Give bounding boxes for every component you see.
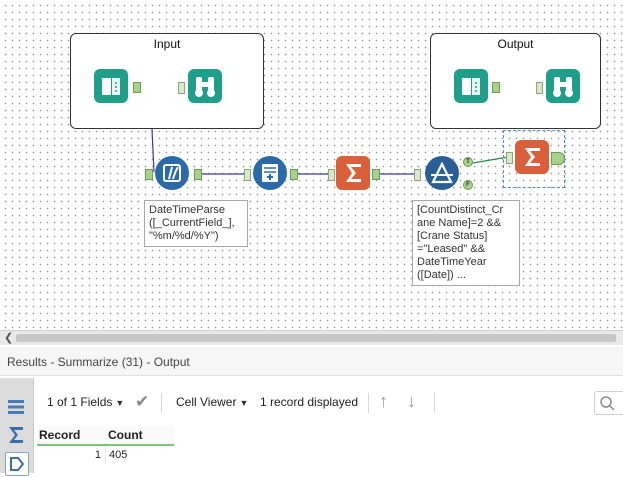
browse-icon [195, 77, 215, 97]
results-panel-header: Results - Summarize (31) - Output [0, 347, 623, 376]
results-panel-title: Results - Summarize (31) - Output [7, 355, 190, 369]
filter-tool[interactable] [425, 156, 459, 190]
results-sidebar [0, 378, 34, 476]
datetime-input-anchor[interactable] [145, 169, 153, 180]
record-id-tool[interactable] [253, 156, 287, 190]
scroll-up-button[interactable]: ↑ [379, 391, 388, 412]
fields-label: 1 of 1 Fields [47, 395, 113, 409]
datetime-annotation: DateTimeParse ([_CurrentField_], "%m/%d/… [144, 200, 248, 247]
input-data-icon [462, 78, 480, 95]
sigma-icon [9, 427, 23, 443]
input-data-2-output-anchor[interactable] [492, 82, 500, 93]
filter-false-anchor[interactable]: F [463, 180, 473, 190]
summarize-tool-2[interactable] [515, 140, 549, 174]
browse-input-anchor[interactable] [178, 82, 185, 94]
column-header-record[interactable]: Record [37, 426, 107, 446]
summarize-input-anchor[interactable] [328, 169, 335, 181]
input-container-title: Input [153, 37, 181, 51]
output-view-button[interactable] [5, 452, 29, 476]
filter-true-anchor[interactable]: T [463, 157, 473, 167]
summarize-tool[interactable] [336, 156, 370, 190]
apply-check-button[interactable]: ✔ [135, 392, 149, 412]
summarize-output-anchor[interactable] [372, 169, 380, 180]
toolbar-divider [161, 393, 162, 413]
canvas-horizontal-scrollbar[interactable]: ❮ [0, 330, 623, 345]
record-id-icon [262, 164, 278, 182]
check-icon: ✔ [135, 392, 150, 411]
datetime-tool[interactable] [155, 156, 189, 190]
summarize-2-output-anchor[interactable] [551, 152, 565, 165]
chevron-down-icon: ▼ [239, 398, 249, 408]
summarize-icon [346, 164, 361, 182]
records-displayed: 1 record displayed [260, 395, 359, 409]
cell-viewer-label: Cell Viewer [176, 395, 237, 409]
search-input[interactable] [594, 391, 623, 415]
scroll-down-button[interactable]: ↓ [407, 391, 416, 412]
results-toolbar: 1 of 1 Fields ▼ ✔ Cell Viewer ▼ 1 record d… [34, 383, 623, 421]
browse-tool-2[interactable] [546, 69, 580, 103]
summarize-icon [525, 148, 540, 166]
datetime-icon [163, 164, 181, 182]
output-container-title: Output [497, 37, 534, 51]
toolbar-divider [368, 393, 369, 413]
input-data-output-anchor[interactable] [133, 82, 141, 93]
cell-viewer-selector[interactable]: Cell Viewer ▼ [176, 395, 248, 409]
browse-icon [553, 77, 573, 97]
summarize-view-button[interactable] [5, 424, 27, 446]
record-id-input-anchor[interactable] [244, 169, 251, 181]
filter-input-anchor[interactable] [414, 169, 421, 181]
table-lines-icon [8, 400, 24, 414]
toolbar-divider [434, 393, 435, 413]
arrow-up-icon: ↑ [379, 391, 388, 411]
input-data-tool[interactable] [94, 69, 128, 103]
record-id-output-anchor[interactable] [290, 169, 298, 180]
input-data-icon [102, 78, 120, 95]
summarize-2-input-anchor[interactable] [506, 152, 513, 164]
scrollbar-thumb[interactable] [16, 334, 616, 342]
arrow-down-icon: ↓ [407, 391, 416, 411]
filter-annotation: [CountDistinct_Cr ane Name]=2 && [Crane … [412, 200, 520, 286]
browse-2-input-anchor[interactable] [536, 82, 543, 94]
filter-icon [431, 161, 453, 184]
chevron-down-icon: ▼ [115, 398, 125, 408]
fields-selector[interactable]: 1 of 1 Fields ▼ [47, 395, 124, 409]
table-row-record-cell[interactable]: 1 [37, 446, 101, 464]
output-anchor-icon [10, 457, 25, 471]
table-view-button[interactable] [5, 396, 27, 418]
browse-tool[interactable] [188, 69, 222, 103]
table-row-count-cell[interactable]: 405 [105, 446, 175, 464]
scroll-left-icon[interactable]: ❮ [4, 331, 13, 345]
datetime-output-anchor[interactable] [194, 169, 202, 180]
search-icon [600, 396, 615, 411]
input-data-tool-2[interactable] [454, 69, 488, 103]
column-header-count[interactable]: Count [105, 426, 174, 446]
workflow-canvas[interactable]: Input Output T F DateTimeParse ([_Curren… [0, 0, 623, 330]
